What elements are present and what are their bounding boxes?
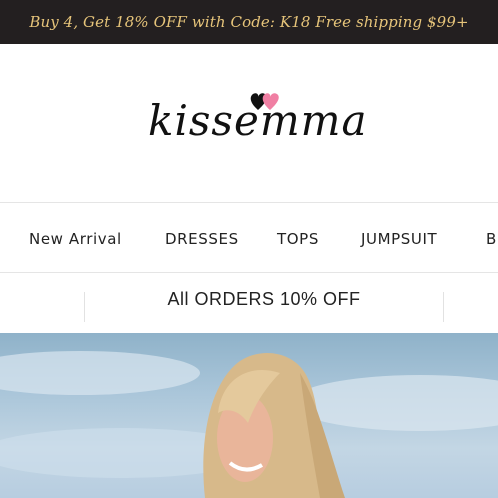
- nav-item-new-arrival[interactable]: New Arrival: [29, 230, 122, 248]
- nav-item-dresses[interactable]: DRESSES: [165, 230, 239, 248]
- header: kissemma: [0, 44, 498, 202]
- divider-right: [443, 292, 444, 322]
- heart-icon: [250, 93, 279, 110]
- nav-item-partial[interactable]: B: [486, 230, 497, 248]
- brand-logo[interactable]: kissemma: [148, 92, 374, 148]
- announcement-text: All ORDERS 10% OFF: [167, 289, 361, 309]
- hero-banner[interactable]: [0, 333, 498, 498]
- main-navigation: New Arrival DRESSES TOPS JUMPSUIT B: [0, 202, 498, 273]
- promo-bar: Buy 4, Get 18% OFF with Code: K18 Free s…: [0, 0, 498, 44]
- announcement-bar: All ORDERS 10% OFF: [0, 273, 498, 333]
- promo-text: Buy 4, Get 18% OFF with Code: K18 Free s…: [29, 13, 469, 31]
- hero-image: [0, 351, 498, 498]
- nav-item-tops[interactable]: TOPS: [277, 230, 319, 248]
- nav-item-jumpsuit[interactable]: JUMPSUIT: [361, 230, 437, 248]
